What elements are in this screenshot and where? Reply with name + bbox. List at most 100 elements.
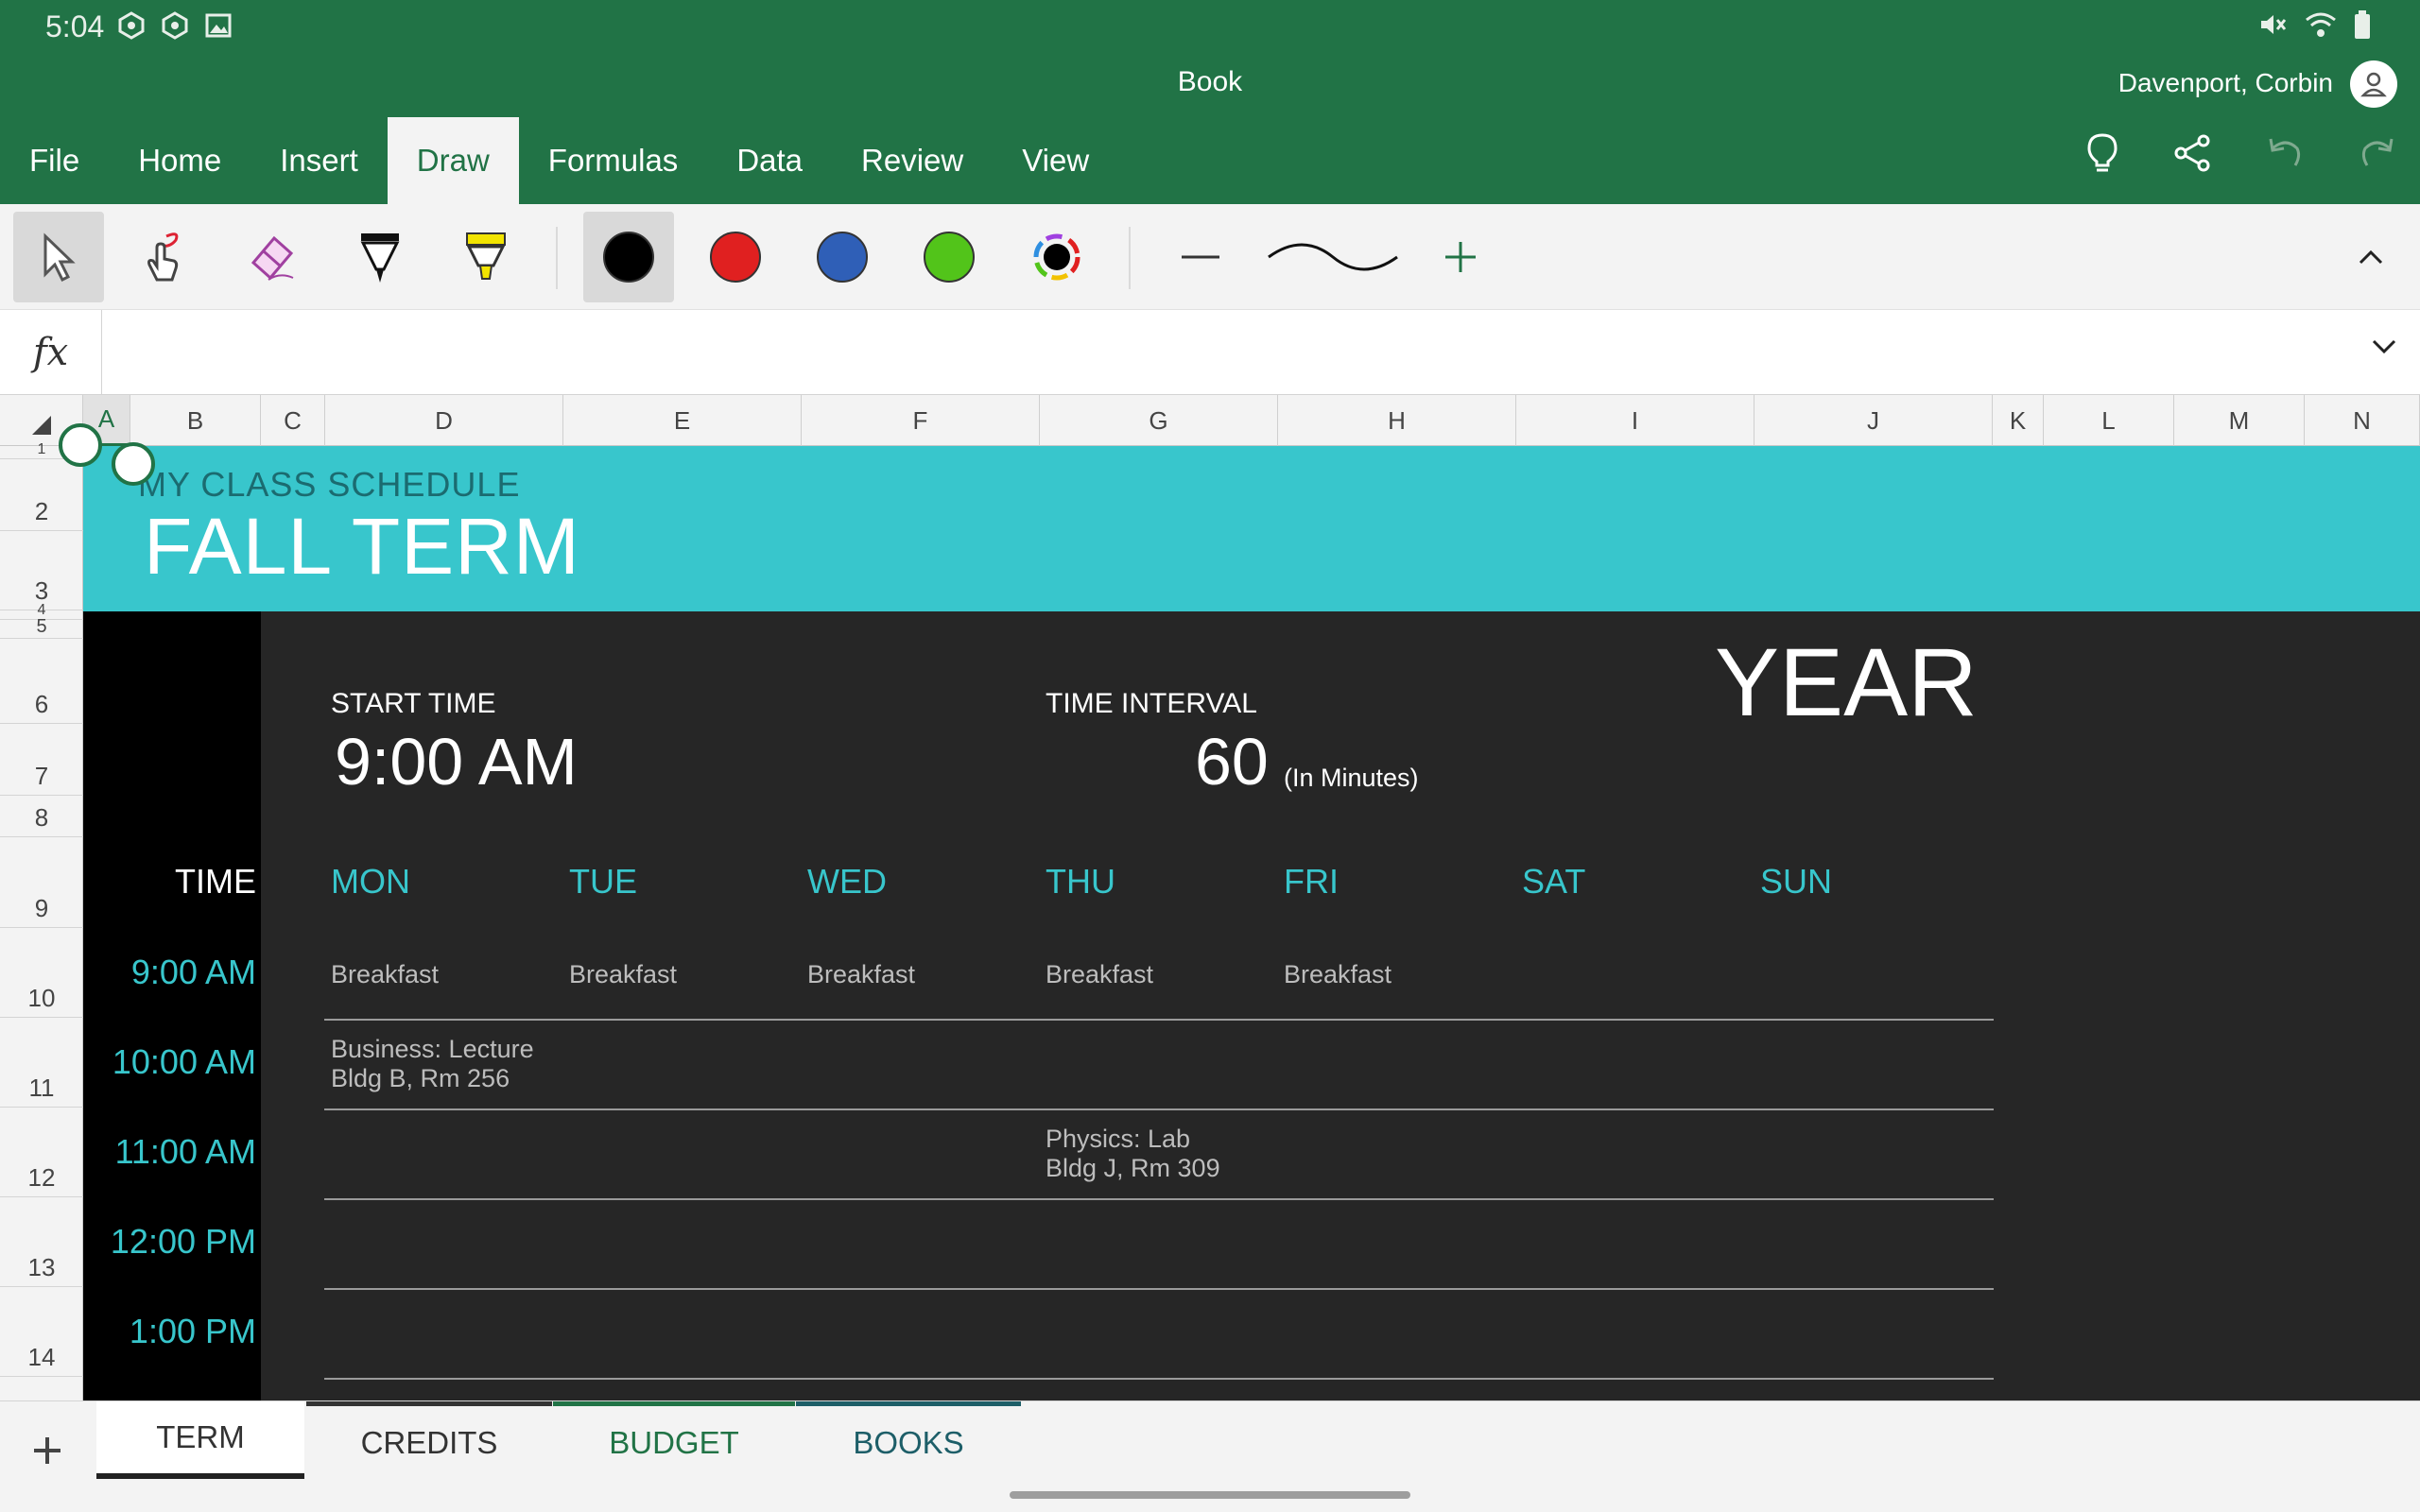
row-header-13[interactable]: 13 <box>0 1197 83 1287</box>
column-header-b[interactable]: B <box>130 395 261 446</box>
tab-insert[interactable]: Insert <box>251 117 388 204</box>
day-header-mon[interactable]: MON <box>331 862 410 902</box>
day-header-thu[interactable]: THU <box>1046 862 1115 902</box>
sheet-tab-books[interactable]: BOOKS <box>796 1401 1021 1479</box>
time-slot-11am[interactable]: 11:00 AM <box>83 1132 256 1172</box>
row-header-10[interactable]: 10 <box>0 928 83 1018</box>
mute-icon <box>2257 9 2288 44</box>
document-title[interactable]: Book <box>0 66 2420 98</box>
home-indicator[interactable] <box>1010 1491 1410 1499</box>
day-header-sat[interactable]: SAT <box>1522 862 1585 902</box>
time-slot-12pm[interactable]: 12:00 PM <box>83 1222 256 1262</box>
schedule-cell-mon-9am[interactable]: Breakfast <box>331 960 439 989</box>
tab-view[interactable]: View <box>993 117 1118 204</box>
tab-home[interactable]: Home <box>109 117 251 204</box>
sheet-tab-budget[interactable]: BUDGET <box>553 1401 795 1479</box>
day-header-sun[interactable]: SUN <box>1760 862 1832 902</box>
tab-file[interactable]: File <box>0 117 109 204</box>
lightbulb-icon[interactable] <box>2085 132 2119 179</box>
expand-formula-button[interactable] <box>2371 338 2397 360</box>
row-header-12[interactable]: 12 <box>0 1108 83 1197</box>
sheet-tab-term[interactable]: TERM <box>96 1401 304 1479</box>
tab-draw[interactable]: Draw <box>387 117 519 204</box>
column-header-l[interactable]: L <box>2044 395 2174 446</box>
draw-toolbar <box>0 204 2420 310</box>
row-header-11[interactable]: 11 <box>0 1018 83 1108</box>
start-time-value[interactable]: 9:00 AM <box>335 724 578 799</box>
corner-triangle-icon <box>32 416 51 435</box>
schedule-cell-fri-9am[interactable]: Breakfast <box>1284 960 1392 989</box>
column-header-j[interactable]: J <box>1754 395 1993 446</box>
column-header-i[interactable]: I <box>1516 395 1754 446</box>
schedule-cell-tue-9am[interactable]: Breakfast <box>569 960 677 989</box>
share-icon[interactable] <box>2172 133 2212 178</box>
column-header-d[interactable]: D <box>325 395 563 446</box>
row-header-5[interactable]: 5 <box>0 616 83 639</box>
add-sheet-button[interactable] <box>17 1420 78 1481</box>
schedule-cell-mon-10am[interactable]: Business: Lecture Bldg B, Rm 256 <box>331 1035 534 1093</box>
time-interval-value[interactable]: 60 <box>1195 724 1269 799</box>
formula-input[interactable] <box>104 310 2344 395</box>
function-icon[interactable]: fx <box>0 310 102 395</box>
plus-icon <box>34 1437 60 1464</box>
year-cell[interactable]: YEAR <box>1715 627 1978 738</box>
row-header-8[interactable]: 8 <box>0 796 83 837</box>
selection-handle-start[interactable] <box>59 423 102 467</box>
selection-handle-end[interactable] <box>112 442 155 486</box>
column-header-m[interactable]: M <box>2174 395 2305 446</box>
collapse-ribbon-button[interactable] <box>2325 212 2416 302</box>
time-slot-9am[interactable]: 9:00 AM <box>83 953 256 992</box>
app-notification-icon <box>161 11 189 40</box>
worksheet-grid[interactable]: MY CLASS SCHEDULE FALL TERM START TIME 9… <box>83 446 2420 1400</box>
color-red[interactable] <box>690 212 781 302</box>
undo-icon[interactable] <box>2265 133 2305 178</box>
tab-review[interactable]: Review <box>832 117 993 204</box>
column-header-c[interactable]: C <box>261 395 325 446</box>
schedule-cell-thu-9am[interactable]: Breakfast <box>1046 960 1153 989</box>
row-header-3[interactable]: 3 <box>0 531 83 610</box>
line-thickness-button[interactable] <box>1155 212 1246 302</box>
row-header-6[interactable]: 6 <box>0 639 83 724</box>
eraser-tool[interactable] <box>227 212 318 302</box>
sheet-tab-credits[interactable]: CREDITS <box>306 1401 552 1479</box>
start-time-label[interactable]: START TIME <box>331 688 495 720</box>
time-column-header[interactable]: TIME <box>83 862 256 902</box>
color-green[interactable] <box>904 212 994 302</box>
row-header-14[interactable]: 14 <box>0 1287 83 1377</box>
color-blue[interactable] <box>797 212 888 302</box>
avatar[interactable] <box>2350 60 2397 108</box>
day-header-fri[interactable]: FRI <box>1284 862 1339 902</box>
schedule-cell-wed-9am[interactable]: Breakfast <box>807 960 915 989</box>
color-black[interactable] <box>583 212 674 302</box>
touch-draw-tool[interactable] <box>117 212 208 302</box>
schedule-title[interactable]: FALL TERM <box>144 501 580 593</box>
pen-tool[interactable] <box>335 212 425 302</box>
tab-data[interactable]: Data <box>707 117 832 204</box>
schedule-cell-thu-11am[interactable]: Physics: Lab Bldg J, Rm 309 <box>1046 1125 1220 1183</box>
time-interval-label[interactable]: TIME INTERVAL <box>1046 688 1257 720</box>
column-header-g[interactable]: G <box>1040 395 1278 446</box>
highlighter-icon <box>466 232 506 280</box>
time-slot-1pm[interactable]: 1:00 PM <box>83 1312 256 1351</box>
tab-formulas[interactable]: Formulas <box>519 117 708 204</box>
redo-icon[interactable] <box>2358 133 2397 178</box>
select-tool[interactable] <box>13 212 104 302</box>
column-header-f[interactable]: F <box>802 395 1040 446</box>
row-header-9[interactable]: 9 <box>0 837 83 928</box>
ribbon-divider <box>1129 227 1131 289</box>
color-picker[interactable] <box>1011 212 1102 302</box>
column-header-k[interactable]: K <box>1993 395 2044 446</box>
user-name[interactable]: Davenport, Corbin <box>2118 68 2333 98</box>
row-header-7[interactable]: 7 <box>0 724 83 796</box>
column-header-e[interactable]: E <box>563 395 802 446</box>
add-pen-button[interactable] <box>1415 212 1506 302</box>
column-header-n[interactable]: N <box>2305 395 2420 446</box>
row-header-2[interactable]: 2 <box>0 459 83 531</box>
day-header-tue[interactable]: TUE <box>569 862 637 902</box>
ink-to-shape-button[interactable] <box>1257 212 1409 302</box>
column-header-h[interactable]: H <box>1278 395 1516 446</box>
schedule-subtitle[interactable]: MY CLASS SCHEDULE <box>138 465 520 505</box>
highlighter-tool[interactable] <box>441 212 531 302</box>
time-slot-10am[interactable]: 10:00 AM <box>83 1042 256 1082</box>
day-header-wed[interactable]: WED <box>807 862 887 902</box>
